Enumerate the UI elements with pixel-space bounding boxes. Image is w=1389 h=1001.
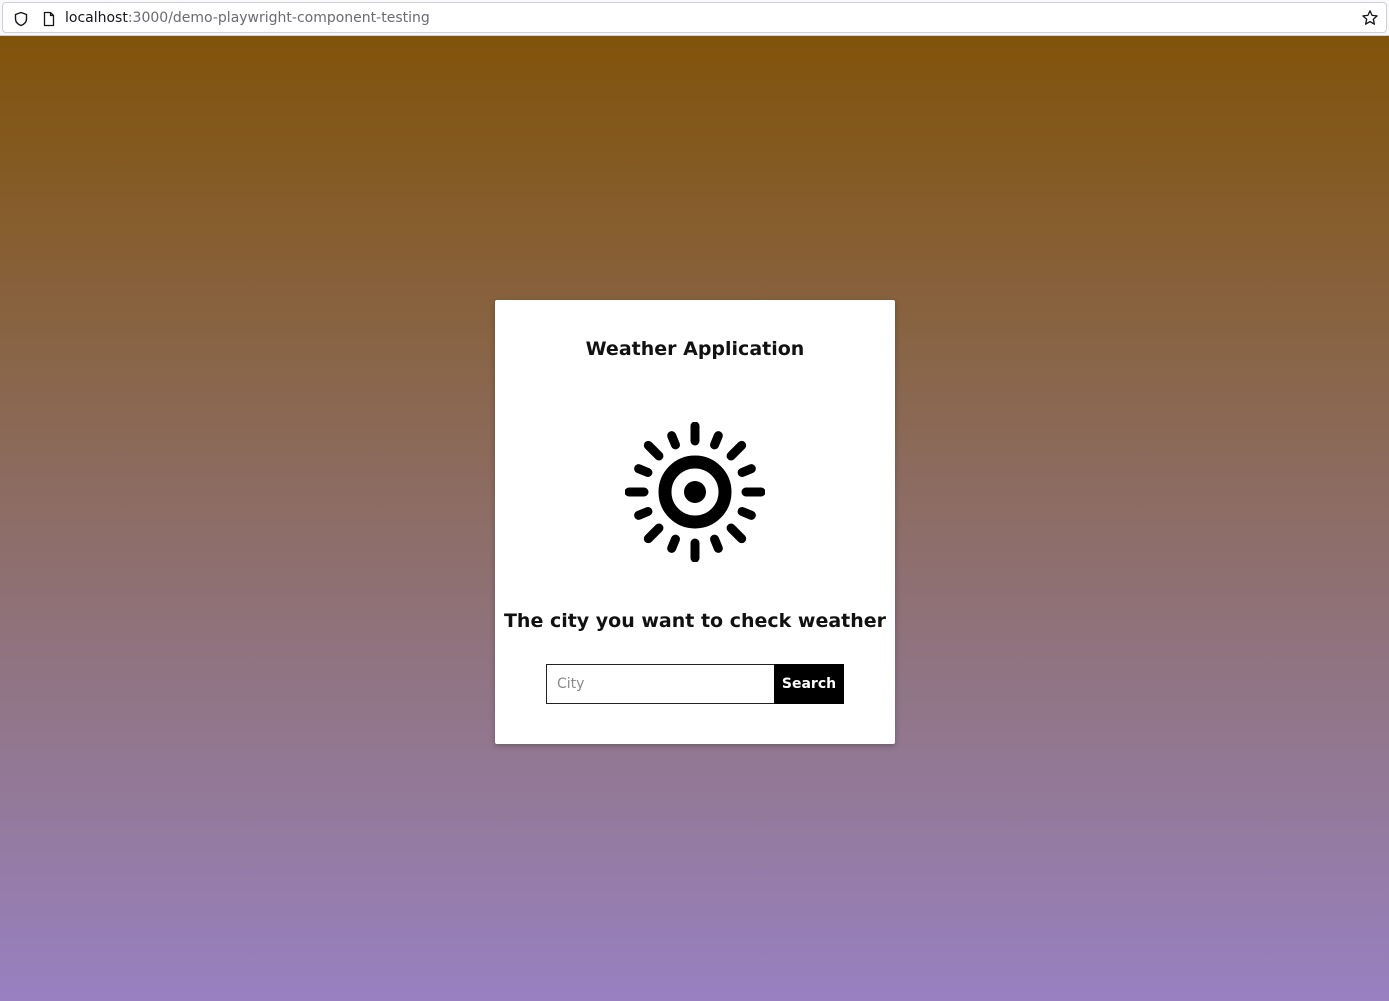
search-button[interactable]: Search <box>774 664 844 704</box>
bookmark-star-icon[interactable] <box>1361 9 1379 27</box>
sun-ray <box>643 440 664 461</box>
sun-icon <box>625 422 765 562</box>
sun-ray <box>737 464 756 477</box>
app-title: Weather Application <box>585 338 805 360</box>
page-background: Weather Application The city you want to… <box>0 36 1389 1001</box>
sun-ray <box>643 523 664 544</box>
sun-ray <box>710 431 723 450</box>
page-icon <box>43 11 55 27</box>
url-path: :3000/demo-playwright-component-testing <box>127 10 430 26</box>
city-input[interactable] <box>546 664 774 704</box>
url-host: localhost <box>65 10 128 26</box>
sun-ray <box>667 534 680 553</box>
sun-ray <box>667 431 680 450</box>
sun-ray <box>634 464 653 477</box>
city-prompt: The city you want to check weather <box>503 610 887 632</box>
address-bar[interactable]: localhost:3000/demo-playwright-component… <box>2 2 1387 33</box>
sun-ray <box>737 507 756 520</box>
search-form: Search <box>546 664 844 704</box>
sun-ray <box>710 534 723 553</box>
url-text[interactable]: localhost:3000/demo-playwright-component… <box>65 9 430 27</box>
browser-toolbar: localhost:3000/demo-playwright-component… <box>0 0 1389 36</box>
sun-ray <box>634 507 653 520</box>
sun-ray <box>726 440 747 461</box>
shield-icon[interactable] <box>13 11 29 27</box>
sun-ray <box>726 523 747 544</box>
weather-card: Weather Application The city you want to… <box>495 300 895 744</box>
